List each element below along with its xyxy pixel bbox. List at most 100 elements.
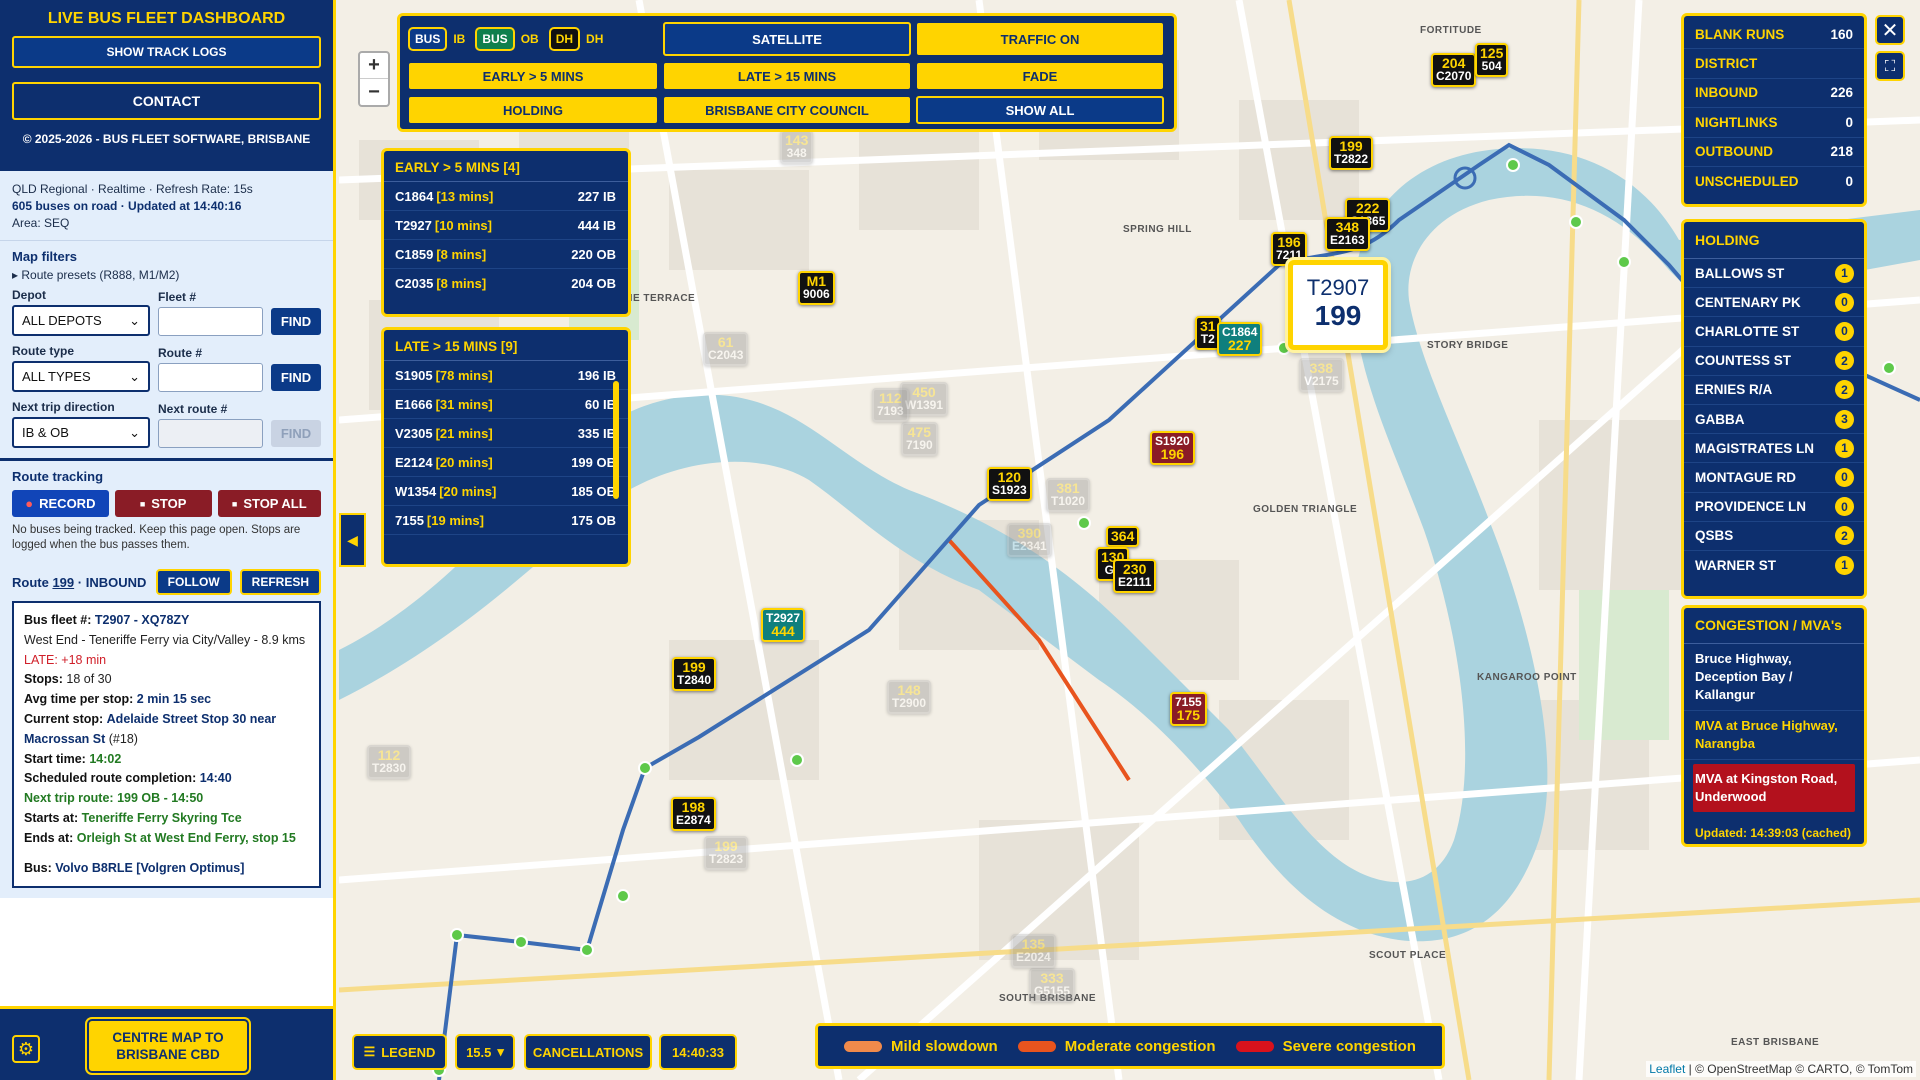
show-track-logs-button[interactable]: SHOW TRACK LOGS <box>12 36 321 68</box>
holding-row[interactable]: GABBA 3 <box>1684 405 1864 435</box>
stat-row[interactable]: UNSCHEDULED 0 <box>1684 167 1864 196</box>
contact-button[interactable]: CONTACT <box>12 82 321 120</box>
holding-row[interactable]: CENTENARY PK 0 <box>1684 288 1864 318</box>
stat-row[interactable]: OUTBOUND 218 <box>1684 138 1864 167</box>
close-icon[interactable]: ✕ <box>1875 15 1905 45</box>
bus-marker-faded[interactable]: 143 348 <box>780 130 814 164</box>
bus-marker-faded[interactable]: 475 7190 <box>901 422 938 456</box>
bus-marker[interactable]: M1 9006 <box>798 271 835 305</box>
find-next-route-button[interactable]: FIND <box>271 420 321 447</box>
bus-marker[interactable]: 7155 175 <box>1170 692 1207 726</box>
congestion-item[interactable]: MVA at Kingston Road, Underwood <box>1693 764 1855 812</box>
status-info: QLD Regional · Realtime · Refresh Rate: … <box>0 171 333 240</box>
bus-marker-faded[interactable]: 135 E2024 <box>1011 934 1056 968</box>
congestion-item[interactable]: Bruce Highway, Deception Bay / Kallangur <box>1684 644 1864 711</box>
map-label: SPRING HILL <box>1123 224 1192 235</box>
bus-marker[interactable]: 230 E2111 <box>1113 559 1157 593</box>
early-bus-row[interactable]: C1859 [8 mins] 220 OB <box>384 240 628 269</box>
bus-marker-faded[interactable]: 338 V2175 <box>1299 358 1344 392</box>
bus-marker-faded[interactable]: 199 T2823 <box>704 836 749 870</box>
map-label: GOLDEN TRIANGLE <box>1253 504 1358 515</box>
early-filter-button[interactable]: EARLY > 5 MINS <box>408 62 658 90</box>
bus-marker-faded[interactable]: 390 E2341 <box>1007 523 1052 557</box>
early-bus-row[interactable]: C1864 [13 mins] 227 IB <box>384 182 628 211</box>
stat-row[interactable]: DISTRICT <box>1684 49 1864 79</box>
bus-marker[interactable]: 125 504 <box>1475 43 1509 77</box>
holding-row[interactable]: QSBS 2 <box>1684 522 1864 551</box>
find-route-button[interactable]: FIND <box>271 364 321 391</box>
zoom-out-button[interactable]: − <box>360 79 388 105</box>
early-bus-row[interactable]: C2035 [8 mins] 204 OB <box>384 269 628 298</box>
holding-row[interactable]: MONTAGUE RD 0 <box>1684 463 1864 493</box>
stat-row[interactable]: NIGHTLINKS 0 <box>1684 108 1864 138</box>
bus-marker[interactable]: 199 T2840 <box>672 657 717 691</box>
route-type-select[interactable]: ALL TYPES ⌄ <box>12 361 150 392</box>
holding-row[interactable]: CHARLOTTE ST 0 <box>1684 317 1864 347</box>
bus-marker-faded[interactable]: 148 T2900 <box>887 680 932 714</box>
bus-marker-faded[interactable]: 61 C2043 <box>703 332 749 366</box>
bus-marker[interactable]: 120 S1923 <box>987 467 1032 501</box>
route-input[interactable] <box>158 363 263 392</box>
bus-marker[interactable]: 348 E2163 <box>1325 217 1370 251</box>
holding-row[interactable]: MAGISTRATES LN 1 <box>1684 434 1864 464</box>
bus-marker[interactable]: T2927 444 <box>761 608 806 642</box>
selected-bus-marker[interactable]: T2907 199 <box>1288 260 1388 350</box>
fullscreen-icon[interactable]: ⛶ <box>1875 51 1905 81</box>
refresh-button[interactable]: REFRESH <box>239 569 321 595</box>
depot-select[interactable]: ALL DEPOTS ⌄ <box>12 305 150 336</box>
late-bus-row[interactable]: V2305 [21 mins] 335 IB <box>384 419 628 448</box>
route-presets-toggle[interactable]: ▸ Route presets (R888, M1/M2) <box>12 268 321 282</box>
bus-marker[interactable]: 198 E2874 <box>671 797 716 831</box>
satellite-toggle[interactable]: SATELLITE <box>663 22 911 56</box>
bus-marker[interactable]: 204 C2070 <box>1431 53 1477 87</box>
holding-row[interactable]: ERNIES R/A 2 <box>1684 376 1864 405</box>
leaflet-link[interactable]: Leaflet <box>1649 1062 1685 1076</box>
holding-row[interactable]: BALLOWS ST 1 <box>1684 259 1864 289</box>
holding-filter-button[interactable]: HOLDING <box>408 96 658 124</box>
bus-marker-faded[interactable]: 333 G5155 <box>1029 968 1076 1002</box>
zoom-level-select[interactable]: 15.5 ▾ <box>455 1034 515 1070</box>
centre-map-button[interactable]: CENTRE MAP TO BRISBANE CBD <box>87 1019 249 1073</box>
congestion-item[interactable]: MVA at Bruce Highway, Narangba <box>1684 711 1864 760</box>
late-bus-row[interactable]: W1354 [20 mins] 185 OB <box>384 477 628 506</box>
stop-button[interactable]: ■ STOP <box>114 490 212 517</box>
holding-row[interactable]: COUNTESS ST 2 <box>1684 347 1864 376</box>
traffic-toggle[interactable]: TRAFFIC ON <box>916 22 1164 56</box>
late-bus-row[interactable]: 7155 [19 mins] 175 OB <box>384 506 628 535</box>
bus-marker-faded[interactable]: 112 T2830 <box>367 745 412 779</box>
zoom-control: + − <box>358 51 390 107</box>
late-bus-row[interactable]: E2124 [20 mins] 199 OB <box>384 448 628 477</box>
mild-swatch <box>844 1040 883 1052</box>
fade-button[interactable]: FADE <box>916 62 1164 90</box>
bus-marker[interactable]: 364 <box>1106 526 1140 547</box>
bus-marker-faded[interactable]: 112 7193 <box>872 388 909 422</box>
show-all-button[interactable]: SHOW ALL <box>916 96 1164 124</box>
bus-marker[interactable]: S1920 196 <box>1150 431 1195 465</box>
bus-marker[interactable]: 199 T2822 <box>1329 136 1374 170</box>
find-fleet-button[interactable]: FIND <box>271 308 321 335</box>
late-bus-row[interactable]: E1666 [31 mins] 60 IB <box>384 390 628 419</box>
zoom-in-button[interactable]: + <box>360 53 388 79</box>
bcc-filter-button[interactable]: BRISBANE CITY COUNCIL <box>663 96 911 124</box>
stat-row[interactable]: INBOUND 226 <box>1684 79 1864 109</box>
bus-marker[interactable]: C1864 227 <box>1217 322 1263 356</box>
late-bus-row[interactable]: S1905 [78 mins] 196 IB <box>384 361 628 390</box>
late-filter-button[interactable]: LATE > 15 MINS <box>663 62 911 90</box>
record-button[interactable]: ● RECORD <box>12 490 109 517</box>
fleet-input[interactable] <box>158 307 263 336</box>
holding-row[interactable]: WARNER ST 1 <box>1684 551 1864 580</box>
stat-row[interactable]: BLANK RUNS 160 <box>1684 20 1864 50</box>
late-panel-scrollbar[interactable] <box>613 381 619 499</box>
next-route-input[interactable] <box>158 419 263 448</box>
bus-marker-faded[interactable]: 381 T1020 <box>1046 478 1091 512</box>
next-direction-select[interactable]: IB & OB ⌄ <box>12 417 150 448</box>
legend-button[interactable]: ☰ LEGEND <box>352 1034 447 1070</box>
holding-row[interactable]: PROVIDENCE LN 0 <box>1684 493 1864 522</box>
gear-icon[interactable]: ⚙ <box>12 1035 40 1063</box>
sidebar-footer: ⚙ CENTRE MAP TO BRISBANE CBD <box>0 1006 333 1080</box>
stop-all-button[interactable]: ■ STOP ALL <box>217 490 322 517</box>
follow-button[interactable]: FOLLOW <box>155 569 232 595</box>
early-bus-row[interactable]: T2927 [10 mins] 444 IB <box>384 211 628 240</box>
cancellations-button[interactable]: CANCELLATIONS <box>524 1034 652 1070</box>
collapse-sidebar-button[interactable]: ◀ <box>339 513 366 567</box>
